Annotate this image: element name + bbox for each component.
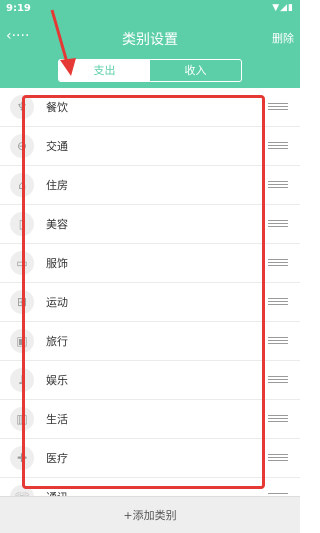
book-icon: ▥ (10, 407, 34, 431)
drag-handle-icon[interactable] (268, 376, 288, 384)
drag-handle-icon[interactable] (268, 259, 288, 267)
medical-kit-icon: ✚ (10, 446, 34, 470)
status-time: 9:19 (6, 3, 31, 14)
drag-handle-icon[interactable] (268, 337, 288, 345)
category-label: 住房 (46, 179, 68, 192)
category-label: 交通 (46, 140, 68, 153)
drag-handle-icon[interactable] (268, 220, 288, 228)
drag-handle-icon[interactable] (268, 181, 288, 189)
luggage-icon: ▣ (10, 329, 34, 353)
drag-handle-icon[interactable] (268, 454, 288, 462)
category-row[interactable]: ▯ 美容 (0, 205, 300, 244)
status-icons: ▼◢▮ (272, 3, 294, 13)
tab-expense[interactable]: 支出 (59, 60, 150, 81)
category-label: 医疗 (46, 452, 68, 465)
house-icon: ⌂ (10, 173, 34, 197)
microphone-icon: ♪ (10, 368, 34, 392)
category-row[interactable]: ▣ 旅行 (0, 322, 300, 361)
category-row[interactable]: ⊖ 交通 (0, 127, 300, 166)
category-label: 服饰 (46, 257, 68, 270)
category-list: ♆ 餐饮 ⊖ 交通 ⌂ 住房 ▯ 美容 ▭ 服饰 ⊞ 运动 ▣ 旅行 ♪ 娱乐 ▥ 生活 ✚ 医疗 ☏ 通讯 (0, 88, 300, 496)
category-row[interactable]: ▭ 服饰 (0, 244, 300, 283)
car-icon: ⊖ (10, 134, 34, 158)
status-bar: 9:19 ▼◢▮ (0, 0, 300, 18)
category-row[interactable]: ☏ 通讯 (0, 478, 300, 496)
category-row[interactable]: ✚ 医疗 (0, 439, 300, 478)
category-row[interactable]: ⌂ 住房 (0, 166, 300, 205)
dumbbell-icon: ⊞ (10, 290, 34, 314)
category-label: 美容 (46, 218, 68, 231)
drag-handle-icon[interactable] (268, 298, 288, 306)
category-row[interactable]: ⊞ 运动 (0, 283, 300, 322)
category-label: 通讯 (46, 489, 68, 496)
drag-handle-icon[interactable] (268, 415, 288, 423)
category-row[interactable]: ♪ 娱乐 (0, 361, 300, 400)
fork-icon: ♆ (10, 95, 34, 119)
type-segmented-control: 支出 收入 (58, 59, 242, 82)
category-row[interactable]: ▥ 生活 (0, 400, 300, 439)
drag-handle-icon[interactable] (268, 103, 288, 111)
drag-handle-icon[interactable] (268, 142, 288, 150)
tab-income[interactable]: 收入 (150, 60, 241, 81)
category-label: 旅行 (46, 335, 68, 348)
category-label: 餐饮 (46, 101, 68, 114)
clothes-icon: ▭ (10, 251, 34, 275)
page-title: 类别设置 (122, 32, 178, 48)
header-bar: ‹···· 类别设置 删除 支出 收入 (0, 18, 300, 88)
bottle-icon: ▯ (10, 212, 34, 236)
delete-button[interactable]: 删除 (272, 30, 294, 46)
category-label: 娱乐 (46, 374, 68, 387)
category-label: 运动 (46, 296, 68, 309)
category-label: 生活 (46, 413, 68, 426)
phone-icon: ☏ (10, 485, 34, 496)
add-category-button[interactable]: +添加类别 (0, 496, 300, 533)
category-row[interactable]: ♆ 餐饮 (0, 88, 300, 127)
